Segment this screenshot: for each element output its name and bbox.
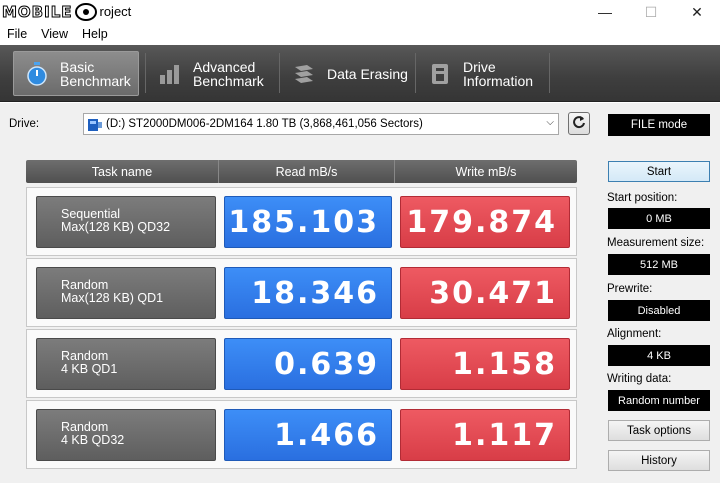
logo-eye-icon [74,2,97,21]
toolbar-divider [279,53,280,93]
task-label-line1: Random [61,420,109,434]
start-position-value[interactable]: 0 MB [608,208,710,229]
write-value: 179.874 [400,196,570,248]
read-value: 0.639 [224,338,392,390]
erase-icon [291,61,317,87]
read-value: 1.466 [224,409,392,461]
toolbar-divider [549,53,550,93]
read-value: 18.346 [224,267,392,319]
file-mode-button[interactable]: FILE mode [608,114,710,136]
task-label-line1: Sequential [61,207,121,221]
alignment-label: Alignment: [607,328,662,340]
table-row: Random 4 KB QD32 1.466 1.117 [26,400,577,469]
start-button[interactable]: Start [608,161,710,182]
task-options-button[interactable]: Task options [608,420,710,441]
stopwatch-icon [24,61,50,87]
tab-advanced-benchmark[interactable]: Advanced Benchmark [147,51,275,96]
header-read: Read mB/s [219,160,395,183]
task-label-line2: Max(128 KB) QD1 [61,291,164,305]
results-panel: Task name Read mB/s Write mB/s Sequentia… [26,158,578,473]
logo-text: MOBILE [2,2,73,21]
start-position-label: Start position: [607,192,678,204]
task-label-line1: Random [61,349,109,363]
header-write: Write mB/s [455,164,517,179]
tab-label-line2: Benchmark [193,72,264,89]
write-value: 1.158 [400,338,570,390]
title-bar: MOBILE roject — ☐ ✕ [0,0,720,24]
task-label-line1: Random [61,278,109,292]
chevron-down-icon: ⌵ [546,117,554,128]
task-button-random-4kb-qd1[interactable]: Random 4 KB QD1 [36,338,216,390]
menu-file[interactable]: File [0,27,34,41]
measurement-size-value[interactable]: 512 MB [608,254,710,275]
menu-view[interactable]: View [34,27,75,41]
main-toolbar: Basic Benchmark Advanced Benchmark Data Er… [0,45,720,102]
menu-bar: File View Help [0,24,720,44]
results-header: Task name Read mB/s Write mB/s [26,160,577,183]
tab-advanced-benchmark-label: Advanced Benchmark [193,60,264,88]
toolbar-divider [415,53,416,93]
tab-basic-benchmark-label: Basic Benchmark [60,60,131,88]
maximize-button[interactable]: ☐ [628,0,674,24]
tab-data-erasing-label: Data Erasing [327,65,408,82]
tab-data-erasing[interactable]: Data Erasing [281,51,411,96]
task-button-random-4kb-qd32[interactable]: Random 4 KB QD32 [36,409,216,461]
window-title: roject [99,4,132,19]
drive-select-value: (D:) ST2000DM006-2DM164 1.80 TB (3,868,4… [106,118,423,130]
task-button-sequential-qd32[interactable]: Sequential Max(128 KB) QD32 [36,196,216,248]
table-row: Sequential Max(128 KB) QD32 185.103 179.… [26,187,577,256]
main-content: Drive: (D:) ST2000DM006-2DM164 1.80 TB (… [0,103,720,483]
task-button-random-qd1[interactable]: Random Max(128 KB) QD1 [36,267,216,319]
table-row: Random 4 KB QD1 0.639 1.158 [26,329,577,398]
minimize-button[interactable]: — [582,0,628,24]
tab-label-line2: Benchmark [60,72,131,89]
refresh-icon [572,115,586,132]
task-label-line2: 4 KB QD1 [61,362,118,376]
table-row: Random Max(128 KB) QD1 18.346 30.471 [26,258,577,327]
tab-label-line2: Information [463,72,534,89]
refresh-button[interactable] [568,112,590,135]
task-label-line2: Max(128 KB) QD32 [61,220,171,234]
drive-select[interactable]: (D:) ST2000DM006-2DM164 1.80 TB (3,868,4… [83,113,559,135]
hard-drive-icon [87,118,103,131]
writing-data-value[interactable]: Random number [608,390,710,411]
prewrite-value[interactable]: Disabled [608,300,710,321]
write-value: 30.471 [400,267,570,319]
history-button[interactable]: History [608,450,710,471]
drive-label: Drive: [9,118,40,130]
tab-drive-information-label: Drive Information [463,60,533,88]
measurement-size-label: Measurement size: [607,237,705,249]
alignment-value[interactable]: 4 KB [608,345,710,366]
tab-drive-information[interactable]: Drive Information [417,51,545,96]
writing-data-label: Writing data: [607,373,672,385]
bar-chart-icon [157,61,183,87]
drive-info-icon [427,61,453,87]
task-label-line2: 4 KB QD32 [61,433,125,447]
write-value: 1.117 [400,409,570,461]
tab-basic-benchmark[interactable]: Basic Benchmark [13,51,139,96]
app-logo: MOBILE roject [2,2,132,21]
header-task-name: Task name [26,160,219,183]
prewrite-label: Prewrite: [607,283,653,295]
close-button[interactable]: ✕ [674,0,720,24]
toolbar-divider [145,53,146,93]
menu-help[interactable]: Help [75,27,115,41]
read-value: 185.103 [224,196,392,248]
